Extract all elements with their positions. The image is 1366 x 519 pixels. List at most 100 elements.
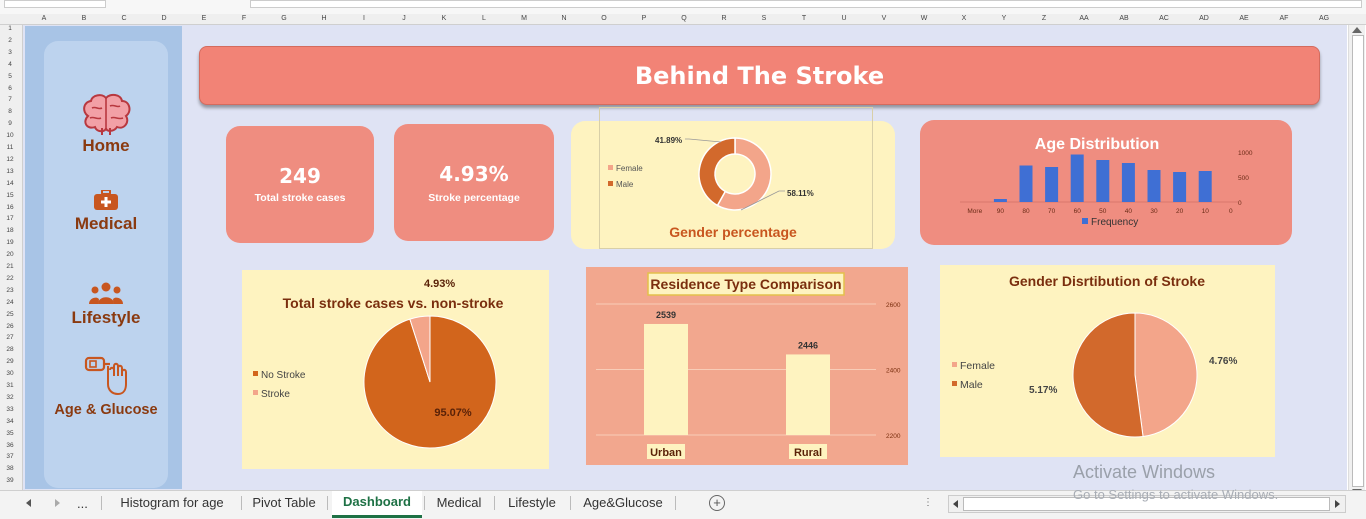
row-label[interactable]: 12	[0, 156, 20, 163]
tab-bar-divider-handle[interactable]: ⋮	[923, 498, 933, 508]
row-label[interactable]: 32	[0, 394, 20, 401]
formula-input[interactable]	[250, 0, 1362, 8]
row-label[interactable]: 1	[0, 25, 20, 32]
scroll-up-arrow[interactable]	[1352, 27, 1362, 33]
column-label[interactable]: D	[144, 14, 184, 24]
tab-histogram-for-age[interactable]: Histogram for age	[104, 491, 240, 515]
row-label[interactable]: 17	[0, 215, 20, 222]
column-label[interactable]: AC	[1144, 14, 1184, 24]
column-label[interactable]: C	[104, 14, 144, 24]
column-label[interactable]: AD	[1184, 14, 1224, 24]
nav-lifestyle[interactable]: Lifestyle	[44, 308, 168, 328]
row-label[interactable]: 35	[0, 430, 20, 437]
row-label[interactable]: 16	[0, 204, 20, 211]
row-label[interactable]: 13	[0, 168, 20, 175]
row-label[interactable]: 31	[0, 382, 20, 389]
brain-icon[interactable]	[80, 92, 132, 136]
column-label[interactable]: O	[584, 14, 624, 24]
stroke-vs-nonstroke-chart[interactable]: Total stroke cases vs. non-stroke 95.07% 4…	[242, 270, 549, 469]
tab-scroll-right-icon[interactable]	[55, 499, 60, 507]
row-label[interactable]: 34	[0, 418, 20, 425]
row-label[interactable]: 37	[0, 453, 20, 460]
name-box[interactable]	[4, 0, 106, 8]
column-label[interactable]: AA	[1064, 14, 1104, 24]
age-distribution-chart[interactable]: Age Distribution More 90 80 70 60 50 40 30 20 10 0 1…	[920, 120, 1292, 245]
row-label[interactable]: 29	[0, 358, 20, 365]
hscroll-left-arrow[interactable]	[953, 500, 958, 508]
column-label[interactable]: N	[544, 14, 584, 24]
tab-scroll-left-icon[interactable]	[26, 499, 31, 507]
people-icon[interactable]	[89, 282, 123, 304]
row-label[interactable]: 25	[0, 311, 20, 318]
glucose-meter-icon[interactable]	[84, 356, 128, 396]
column-label[interactable]: G	[264, 14, 304, 24]
row-label[interactable]: 20	[0, 251, 20, 258]
column-label[interactable]: U	[824, 14, 864, 24]
column-label[interactable]: Y	[984, 14, 1024, 24]
residence-type-chart[interactable]: Residence Type Comparison 2600 2400 2200 253…	[586, 267, 908, 465]
column-label[interactable]: W	[904, 14, 944, 24]
row-label[interactable]: 24	[0, 299, 20, 306]
column-label[interactable]: A	[24, 14, 64, 24]
column-label[interactable]: L	[464, 14, 504, 24]
column-label[interactable]: P	[624, 14, 664, 24]
column-label[interactable]: J	[384, 14, 424, 24]
column-label[interactable]: S	[744, 14, 784, 24]
tab-lifestyle[interactable]: Lifestyle	[497, 491, 567, 515]
column-label[interactable]: V	[864, 14, 904, 24]
row-label[interactable]: 39	[0, 477, 20, 484]
column-label[interactable]: B	[64, 14, 104, 24]
column-label[interactable]: Z	[1024, 14, 1064, 24]
tab-ellipsis[interactable]: ...	[77, 496, 88, 511]
row-label[interactable]: 14	[0, 180, 20, 187]
row-label[interactable]: 19	[0, 239, 20, 246]
medical-kit-icon[interactable]	[94, 190, 118, 210]
row-label[interactable]: 33	[0, 406, 20, 413]
column-label[interactable]: AE	[1224, 14, 1264, 24]
column-label[interactable]: K	[424, 14, 464, 24]
row-label[interactable]: 2	[0, 37, 20, 44]
column-label[interactable]: T	[784, 14, 824, 24]
row-label[interactable]: 26	[0, 323, 20, 330]
column-label[interactable]: M	[504, 14, 544, 24]
tab-pivot-table[interactable]: Pivot Table	[243, 491, 325, 515]
add-sheet-button[interactable]: +	[709, 495, 725, 511]
column-label[interactable]: F	[224, 14, 264, 24]
scroll-thumb[interactable]	[1352, 35, 1364, 487]
row-label[interactable]: 30	[0, 370, 20, 377]
nav-age-glucose[interactable]: Age & Glucose	[44, 402, 168, 418]
tab-medical[interactable]: Medical	[427, 491, 491, 515]
gender-distribution-chart[interactable]: Gender Disrtibution of Stroke 4.76% 5.17% F…	[940, 265, 1275, 457]
column-label[interactable]: I	[344, 14, 384, 24]
row-label[interactable]: 10	[0, 132, 20, 139]
nav-home[interactable]: Home	[44, 136, 168, 156]
hscroll-right-arrow[interactable]	[1335, 500, 1340, 508]
column-label[interactable]: R	[704, 14, 744, 24]
gender-percentage-chart[interactable]: 58.11% 41.89% Female Male Gender percentage	[571, 121, 895, 249]
tab-dashboard[interactable]: Dashboard	[332, 491, 422, 518]
row-label[interactable]: 7	[0, 96, 20, 103]
row-label[interactable]: 3	[0, 49, 20, 56]
row-label[interactable]: 8	[0, 108, 20, 115]
column-label[interactable]: AB	[1104, 14, 1144, 24]
row-label[interactable]: 38	[0, 465, 20, 472]
row-label[interactable]: 21	[0, 263, 20, 270]
row-label[interactable]: 28	[0, 346, 20, 353]
column-label[interactable]: H	[304, 14, 344, 24]
row-label[interactable]: 6	[0, 85, 20, 92]
row-label[interactable]: 4	[0, 61, 20, 68]
column-label[interactable]: X	[944, 14, 984, 24]
column-label[interactable]: AF	[1264, 14, 1304, 24]
row-label[interactable]: 15	[0, 192, 20, 199]
row-label[interactable]: 11	[0, 144, 20, 151]
row-label[interactable]: 5	[0, 73, 20, 80]
row-label[interactable]: 23	[0, 287, 20, 294]
row-label[interactable]: 9	[0, 120, 20, 127]
column-label[interactable]: E	[184, 14, 224, 24]
row-label[interactable]: 36	[0, 442, 20, 449]
column-label[interactable]: Q	[664, 14, 704, 24]
vertical-scrollbar[interactable]	[1348, 25, 1365, 495]
tab-age-glucose[interactable]: Age&Glucose	[574, 491, 672, 515]
nav-medical[interactable]: Medical	[44, 214, 168, 234]
row-label[interactable]: 22	[0, 275, 20, 282]
